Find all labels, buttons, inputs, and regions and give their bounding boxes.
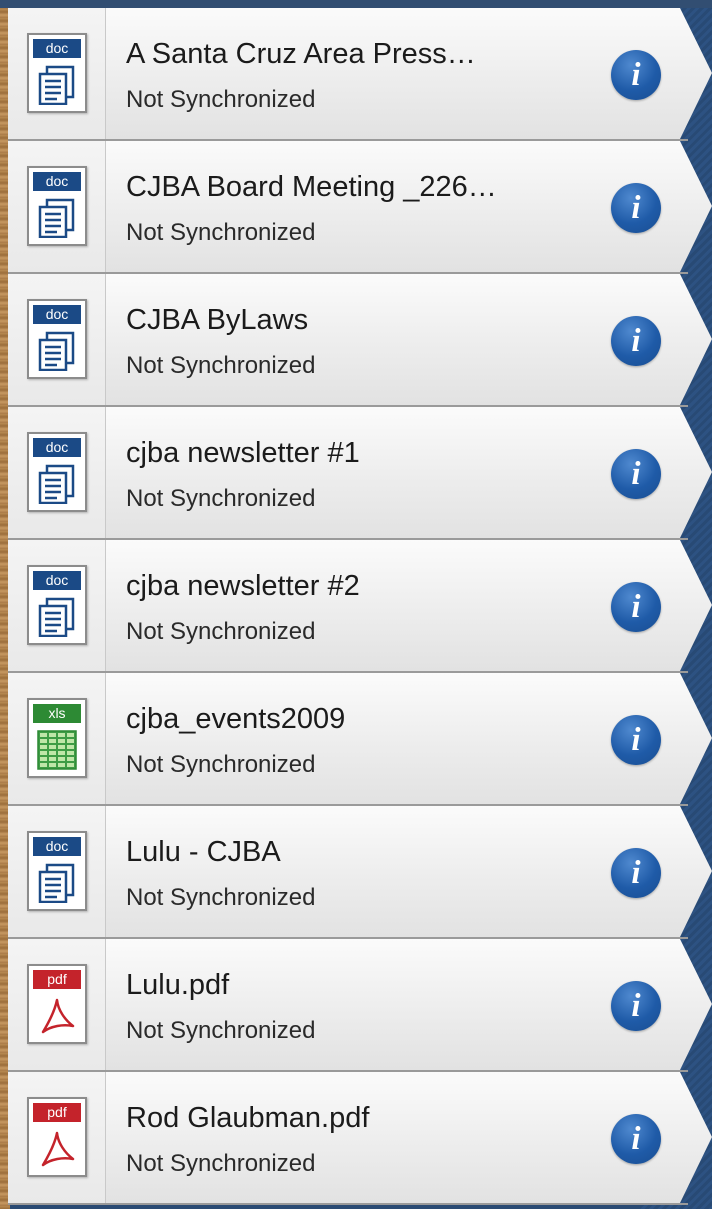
info-button[interactable]: i xyxy=(611,183,661,233)
file-row[interactable]: doc cjba newsletter #2 Not Synchronized … xyxy=(8,540,712,673)
file-type-tag: xls xyxy=(33,704,81,723)
doc-body-icon xyxy=(37,198,77,239)
sync-status: Not Synchronized xyxy=(126,1017,316,1044)
file-row[interactable]: pdf Lulu.pdf Not Synchronized i xyxy=(8,939,712,1072)
doc-body-icon xyxy=(37,65,77,106)
file-name: CJBA ByLaws xyxy=(126,304,309,336)
file-thumb: doc xyxy=(8,274,106,405)
info-button[interactable]: i xyxy=(611,582,661,632)
pdf-file-icon: pdf xyxy=(27,1097,87,1177)
sync-status: Not Synchronized xyxy=(126,485,316,512)
pdf-glyph-icon xyxy=(41,998,75,1034)
top-edge xyxy=(0,0,712,8)
sync-status: Not Synchronized xyxy=(126,1150,316,1177)
row-divider xyxy=(8,1203,688,1205)
file-name: cjba newsletter #2 xyxy=(126,570,360,602)
xls-file-icon: xls xyxy=(27,698,87,778)
doc-glyph-icon xyxy=(38,65,75,106)
info-button[interactable]: i xyxy=(611,981,661,1031)
doc-glyph-icon xyxy=(38,597,75,638)
row-card xyxy=(8,1072,712,1203)
file-name: cjba newsletter #1 xyxy=(126,437,360,469)
xls-glyph-icon xyxy=(37,730,77,770)
doc-body-icon xyxy=(37,597,77,638)
file-thumb: doc xyxy=(8,407,106,538)
info-button[interactable]: i xyxy=(611,449,661,499)
file-type-tag: doc xyxy=(33,837,81,856)
doc-glyph-icon xyxy=(38,863,75,904)
doc-file-icon: doc xyxy=(27,432,87,512)
file-thumb: doc xyxy=(8,141,106,272)
file-type-tag: doc xyxy=(33,438,81,457)
file-row[interactable]: pdf Rod Glaubman.pdf Not Synchronized i xyxy=(8,1072,712,1205)
acrobat-body-icon xyxy=(37,1129,77,1169)
acrobat-body-icon xyxy=(37,996,77,1036)
row-card xyxy=(8,540,712,671)
sync-status: Not Synchronized xyxy=(126,618,316,645)
doc-body-icon xyxy=(37,863,77,904)
file-row[interactable]: doc CJBA Board Meeting _226… Not Synchro… xyxy=(8,141,712,274)
sync-status: Not Synchronized xyxy=(126,751,316,778)
spreadsheet-body-icon xyxy=(37,730,77,770)
file-name: cjba_events2009 xyxy=(126,703,346,735)
doc-file-icon: doc xyxy=(27,831,87,911)
file-thumb: doc xyxy=(8,806,106,937)
file-name: Lulu.pdf xyxy=(126,969,230,1001)
doc-file-icon: doc xyxy=(27,565,87,645)
doc-file-icon: doc xyxy=(27,299,87,379)
pdf-glyph-icon xyxy=(41,1131,75,1167)
file-row[interactable]: xls cjba_events2009 Not Synchronized i xyxy=(8,673,712,806)
doc-file-icon: doc xyxy=(27,33,87,113)
sync-status: Not Synchronized xyxy=(126,884,316,911)
row-card xyxy=(8,8,712,139)
file-name: Rod Glaubman.pdf xyxy=(126,1102,370,1134)
row-card xyxy=(8,806,712,937)
doc-body-icon xyxy=(37,464,77,505)
info-button[interactable]: i xyxy=(611,316,661,366)
info-button[interactable]: i xyxy=(611,715,661,765)
file-name: Lulu - CJBA xyxy=(126,836,281,868)
file-row[interactable]: doc cjba newsletter #1 Not Synchronized … xyxy=(8,407,712,540)
row-card xyxy=(8,407,712,538)
file-row[interactable]: doc CJBA ByLaws Not Synchronized i xyxy=(8,274,712,407)
file-thumb: doc xyxy=(8,8,106,139)
file-type-tag: pdf xyxy=(33,1103,81,1122)
info-button[interactable]: i xyxy=(611,50,661,100)
file-type-tag: pdf xyxy=(33,970,81,989)
file-type-tag: doc xyxy=(33,39,81,58)
doc-glyph-icon xyxy=(38,331,75,372)
file-name: CJBA Board Meeting _226… xyxy=(126,171,497,203)
file-type-tag: doc xyxy=(33,172,81,191)
sync-status: Not Synchronized xyxy=(126,86,316,113)
sync-status: Not Synchronized xyxy=(126,352,316,379)
file-thumb: xls xyxy=(8,673,106,804)
file-type-tag: doc xyxy=(33,571,81,590)
doc-body-icon xyxy=(37,331,77,372)
info-button[interactable]: i xyxy=(611,848,661,898)
sync-status: Not Synchronized xyxy=(126,219,316,246)
file-list: doc A Santa Cruz Area Press… Not Synchro… xyxy=(8,8,712,1205)
file-name: A Santa Cruz Area Press… xyxy=(126,38,476,70)
doc-glyph-icon xyxy=(38,464,75,505)
row-card xyxy=(8,673,712,804)
row-card xyxy=(8,141,712,272)
row-card xyxy=(8,274,712,405)
doc-file-icon: doc xyxy=(27,166,87,246)
file-row[interactable]: doc A Santa Cruz Area Press… Not Synchro… xyxy=(8,8,712,141)
file-row[interactable]: doc Lulu - CJBA Not Synchronized i xyxy=(8,806,712,939)
pdf-file-icon: pdf xyxy=(27,964,87,1044)
doc-glyph-icon xyxy=(38,198,75,239)
file-thumb: pdf xyxy=(8,1072,106,1203)
row-card xyxy=(8,939,712,1070)
file-thumb: doc xyxy=(8,540,106,671)
file-type-tag: doc xyxy=(33,305,81,324)
info-button[interactable]: i xyxy=(611,1114,661,1164)
file-thumb: pdf xyxy=(8,939,106,1070)
